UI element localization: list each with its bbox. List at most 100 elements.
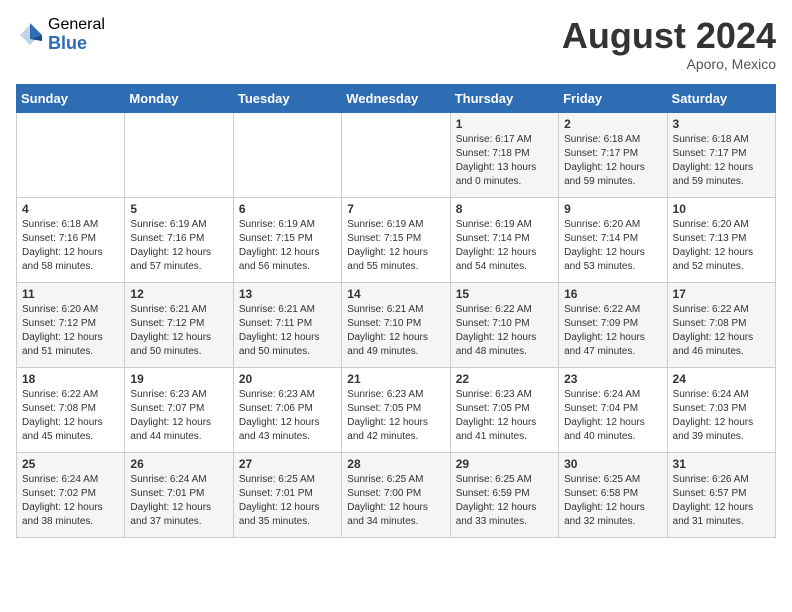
day-number: 9: [564, 202, 661, 216]
day-info: Sunrise: 6:21 AMSunset: 7:11 PMDaylight:…: [239, 304, 320, 357]
day-number: 8: [456, 202, 553, 216]
logo-blue: Blue: [48, 34, 105, 54]
day-number: 18: [22, 372, 119, 386]
day-cell: 2 Sunrise: 6:18 AMSunset: 7:17 PMDayligh…: [559, 112, 667, 197]
day-info: Sunrise: 6:22 AMSunset: 7:08 PMDaylight:…: [22, 389, 103, 442]
day-info: Sunrise: 6:21 AMSunset: 7:12 PMDaylight:…: [130, 304, 211, 357]
day-number: 16: [564, 287, 661, 301]
day-cell: 19 Sunrise: 6:23 AMSunset: 7:07 PMDaylig…: [125, 367, 233, 452]
day-info: Sunrise: 6:18 AMSunset: 7:16 PMDaylight:…: [22, 219, 103, 272]
day-info: Sunrise: 6:20 AMSunset: 7:12 PMDaylight:…: [22, 304, 103, 357]
day-number: 26: [130, 457, 227, 471]
day-number: 31: [673, 457, 770, 471]
day-info: Sunrise: 6:26 AMSunset: 6:57 PMDaylight:…: [673, 474, 754, 527]
day-cell: 12 Sunrise: 6:21 AMSunset: 7:12 PMDaylig…: [125, 282, 233, 367]
day-number: 15: [456, 287, 553, 301]
day-cell: [17, 112, 125, 197]
day-cell: 22 Sunrise: 6:23 AMSunset: 7:05 PMDaylig…: [450, 367, 558, 452]
header-day-thursday: Thursday: [450, 84, 558, 112]
header-day-wednesday: Wednesday: [342, 84, 450, 112]
day-cell: 15 Sunrise: 6:22 AMSunset: 7:10 PMDaylig…: [450, 282, 558, 367]
day-info: Sunrise: 6:19 AMSunset: 7:14 PMDaylight:…: [456, 219, 537, 272]
day-info: Sunrise: 6:20 AMSunset: 7:13 PMDaylight:…: [673, 219, 754, 272]
day-number: 23: [564, 372, 661, 386]
day-cell: [125, 112, 233, 197]
day-number: 5: [130, 202, 227, 216]
page-header: General Blue August 2024 Aporo, Mexico: [16, 16, 776, 72]
header-day-monday: Monday: [125, 84, 233, 112]
day-info: Sunrise: 6:23 AMSunset: 7:05 PMDaylight:…: [347, 389, 428, 442]
logo-text: General Blue: [48, 16, 105, 53]
week-row-5: 25 Sunrise: 6:24 AMSunset: 7:02 PMDaylig…: [17, 452, 776, 537]
day-info: Sunrise: 6:17 AMSunset: 7:18 PMDaylight:…: [456, 134, 537, 187]
day-cell: 10 Sunrise: 6:20 AMSunset: 7:13 PMDaylig…: [667, 197, 775, 282]
day-cell: 5 Sunrise: 6:19 AMSunset: 7:16 PMDayligh…: [125, 197, 233, 282]
day-number: 27: [239, 457, 336, 471]
logo-general: General: [48, 16, 105, 34]
day-number: 1: [456, 117, 553, 131]
day-cell: 7 Sunrise: 6:19 AMSunset: 7:15 PMDayligh…: [342, 197, 450, 282]
day-number: 24: [673, 372, 770, 386]
day-cell: 1 Sunrise: 6:17 AMSunset: 7:18 PMDayligh…: [450, 112, 558, 197]
title-section: August 2024 Aporo, Mexico: [562, 16, 776, 72]
day-number: 30: [564, 457, 661, 471]
day-info: Sunrise: 6:23 AMSunset: 7:07 PMDaylight:…: [130, 389, 211, 442]
day-cell: 21 Sunrise: 6:23 AMSunset: 7:05 PMDaylig…: [342, 367, 450, 452]
day-info: Sunrise: 6:21 AMSunset: 7:10 PMDaylight:…: [347, 304, 428, 357]
header-row: SundayMondayTuesdayWednesdayThursdayFrid…: [17, 84, 776, 112]
day-cell: 20 Sunrise: 6:23 AMSunset: 7:06 PMDaylig…: [233, 367, 341, 452]
day-number: 13: [239, 287, 336, 301]
day-number: 10: [673, 202, 770, 216]
day-info: Sunrise: 6:23 AMSunset: 7:05 PMDaylight:…: [456, 389, 537, 442]
week-row-1: 1 Sunrise: 6:17 AMSunset: 7:18 PMDayligh…: [17, 112, 776, 197]
day-cell: 6 Sunrise: 6:19 AMSunset: 7:15 PMDayligh…: [233, 197, 341, 282]
day-cell: 30 Sunrise: 6:25 AMSunset: 6:58 PMDaylig…: [559, 452, 667, 537]
day-info: Sunrise: 6:22 AMSunset: 7:09 PMDaylight:…: [564, 304, 645, 357]
day-info: Sunrise: 6:24 AMSunset: 7:02 PMDaylight:…: [22, 474, 103, 527]
day-number: 14: [347, 287, 444, 301]
week-row-2: 4 Sunrise: 6:18 AMSunset: 7:16 PMDayligh…: [17, 197, 776, 282]
calendar-table: SundayMondayTuesdayWednesdayThursdayFrid…: [16, 84, 776, 538]
day-info: Sunrise: 6:18 AMSunset: 7:17 PMDaylight:…: [673, 134, 754, 187]
day-info: Sunrise: 6:23 AMSunset: 7:06 PMDaylight:…: [239, 389, 320, 442]
day-cell: 26 Sunrise: 6:24 AMSunset: 7:01 PMDaylig…: [125, 452, 233, 537]
header-day-tuesday: Tuesday: [233, 84, 341, 112]
day-cell: 24 Sunrise: 6:24 AMSunset: 7:03 PMDaylig…: [667, 367, 775, 452]
header-day-friday: Friday: [559, 84, 667, 112]
day-cell: 25 Sunrise: 6:24 AMSunset: 7:02 PMDaylig…: [17, 452, 125, 537]
day-number: 21: [347, 372, 444, 386]
day-cell: 18 Sunrise: 6:22 AMSunset: 7:08 PMDaylig…: [17, 367, 125, 452]
day-cell: 9 Sunrise: 6:20 AMSunset: 7:14 PMDayligh…: [559, 197, 667, 282]
day-cell: 4 Sunrise: 6:18 AMSunset: 7:16 PMDayligh…: [17, 197, 125, 282]
day-info: Sunrise: 6:18 AMSunset: 7:17 PMDaylight:…: [564, 134, 645, 187]
day-info: Sunrise: 6:19 AMSunset: 7:15 PMDaylight:…: [239, 219, 320, 272]
day-info: Sunrise: 6:25 AMSunset: 7:01 PMDaylight:…: [239, 474, 320, 527]
day-cell: 3 Sunrise: 6:18 AMSunset: 7:17 PMDayligh…: [667, 112, 775, 197]
day-info: Sunrise: 6:22 AMSunset: 7:08 PMDaylight:…: [673, 304, 754, 357]
day-info: Sunrise: 6:22 AMSunset: 7:10 PMDaylight:…: [456, 304, 537, 357]
day-info: Sunrise: 6:24 AMSunset: 7:01 PMDaylight:…: [130, 474, 211, 527]
day-cell: 13 Sunrise: 6:21 AMSunset: 7:11 PMDaylig…: [233, 282, 341, 367]
day-info: Sunrise: 6:25 AMSunset: 7:00 PMDaylight:…: [347, 474, 428, 527]
day-info: Sunrise: 6:19 AMSunset: 7:15 PMDaylight:…: [347, 219, 428, 272]
day-info: Sunrise: 6:25 AMSunset: 6:58 PMDaylight:…: [564, 474, 645, 527]
day-info: Sunrise: 6:24 AMSunset: 7:03 PMDaylight:…: [673, 389, 754, 442]
logo: General Blue: [16, 16, 105, 53]
day-info: Sunrise: 6:19 AMSunset: 7:16 PMDaylight:…: [130, 219, 211, 272]
day-number: 12: [130, 287, 227, 301]
month-year-title: August 2024: [562, 16, 776, 56]
day-cell: 23 Sunrise: 6:24 AMSunset: 7:04 PMDaylig…: [559, 367, 667, 452]
header-day-saturday: Saturday: [667, 84, 775, 112]
day-number: 7: [347, 202, 444, 216]
day-cell: 29 Sunrise: 6:25 AMSunset: 6:59 PMDaylig…: [450, 452, 558, 537]
day-number: 19: [130, 372, 227, 386]
header-day-sunday: Sunday: [17, 84, 125, 112]
day-number: 4: [22, 202, 119, 216]
day-cell: 28 Sunrise: 6:25 AMSunset: 7:00 PMDaylig…: [342, 452, 450, 537]
day-cell: 31 Sunrise: 6:26 AMSunset: 6:57 PMDaylig…: [667, 452, 775, 537]
day-number: 2: [564, 117, 661, 131]
day-number: 25: [22, 457, 119, 471]
day-cell: 14 Sunrise: 6:21 AMSunset: 7:10 PMDaylig…: [342, 282, 450, 367]
day-info: Sunrise: 6:20 AMSunset: 7:14 PMDaylight:…: [564, 219, 645, 272]
day-cell: [233, 112, 341, 197]
